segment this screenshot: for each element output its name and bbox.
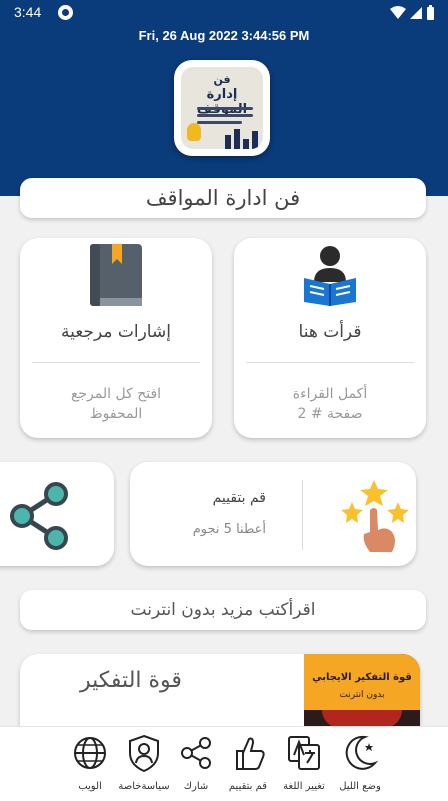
rate-title: قم بتقييم xyxy=(212,490,266,506)
header: Fri, 26 Aug 2022 3:44:56 PM فن إدارة الم… xyxy=(0,26,448,196)
bottom-navigation: وضع الليل تغيير اللغة قم بتقييم شارك سيا… xyxy=(0,726,448,801)
promo-book-line1: قوة التفكير الايجابي xyxy=(312,672,412,683)
lightbulb-icon xyxy=(187,123,201,141)
star-rating-icon xyxy=(341,480,409,552)
status-bar: 3:44 xyxy=(0,0,448,26)
nav-label: الويب xyxy=(78,781,102,792)
divider xyxy=(32,362,200,363)
continue-reading-line1: أكمل القراءة xyxy=(292,386,368,402)
share-icon xyxy=(181,737,211,769)
nav-web[interactable]: الويب xyxy=(60,727,120,801)
rate-app-card[interactable]: قم بتقييم أعطنا 5 نجوم xyxy=(130,462,416,566)
divider xyxy=(246,362,414,363)
battery-icon xyxy=(427,5,434,20)
offline-reading-banner[interactable]: اقرأكتب مزيد بدون انترنت xyxy=(20,590,426,630)
promo-book-line2: بدون انترنت xyxy=(339,690,385,700)
shield-user-icon xyxy=(129,734,159,773)
signal-icon xyxy=(410,7,422,19)
bookmarks-line1: افتح كل المرجع xyxy=(70,386,162,402)
continue-reading-title: قرأت هنا xyxy=(298,322,362,342)
continue-reading-card[interactable]: قرأت هنا أكمل القراءة صفحة # 2 xyxy=(234,238,426,438)
divider xyxy=(302,480,303,550)
share-card[interactable] xyxy=(0,462,114,566)
book-cover[interactable]: فن إدارة الموقف xyxy=(174,60,270,156)
status-time: 3:44 xyxy=(14,4,42,20)
rate-subtitle: أعطنا 5 نجوم xyxy=(192,522,266,537)
cover-text-lines xyxy=(197,107,253,128)
building-icon xyxy=(225,127,259,149)
moon-icon xyxy=(345,735,379,770)
main-content: فن ادارة المواقف قرأت هنا أكمل القراءة ص… xyxy=(0,178,448,744)
continue-reading-page: صفحة # 2 xyxy=(297,406,363,422)
wifi-icon xyxy=(390,6,406,19)
status-icons xyxy=(390,5,434,20)
promo-title: قوة التفكير xyxy=(80,668,182,693)
share-icon xyxy=(10,482,68,550)
thumbs-up-icon xyxy=(236,737,265,770)
cover-title-line1: فن xyxy=(213,73,231,86)
book-title: فن ادارة المواقف xyxy=(20,178,426,218)
bookmarks-line2: المحفوظ xyxy=(89,406,143,422)
notification-icon xyxy=(58,5,73,20)
reader-icon xyxy=(304,246,356,306)
globe-icon xyxy=(74,737,106,769)
bookmarks-card[interactable]: إشارات مرجعية افتح كل المرجع المحفوظ xyxy=(20,238,212,438)
date-time: Fri, 26 Aug 2022 3:44:56 PM xyxy=(138,28,310,43)
bookmark-book-icon xyxy=(90,244,142,306)
bookmarks-title: إشارات مرجعية xyxy=(61,322,171,342)
book-cover-art: فن إدارة الموقف xyxy=(181,67,263,149)
translate-icon xyxy=(288,736,320,770)
